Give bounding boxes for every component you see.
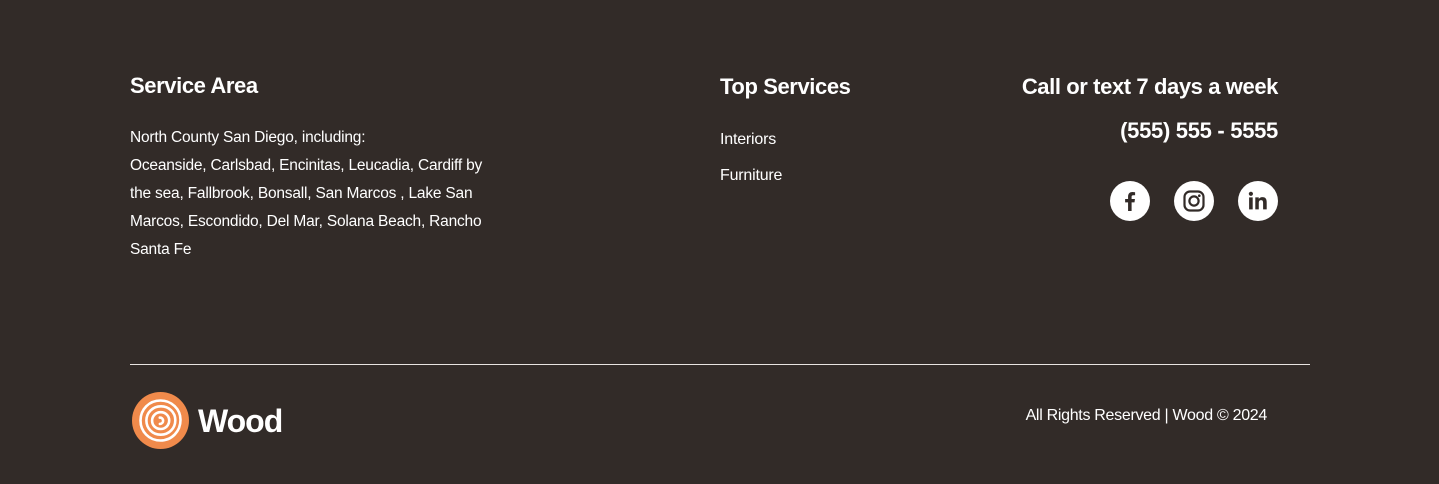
service-link-interiors[interactable]: Interiors [720, 129, 851, 151]
instagram-icon[interactable] [1174, 181, 1214, 221]
footer-divider [130, 364, 1310, 365]
brand-name: Wood [198, 402, 283, 439]
copyright-text: All Rights Reserved | Wood © 2024 [1025, 407, 1268, 424]
phone-link[interactable]: (555) 555 - 5555 [1022, 117, 1278, 145]
service-area-heading: Service Area [130, 73, 258, 98]
service-area-section: Service Area North County San Diego, inc… [130, 72, 510, 264]
facebook-icon[interactable] [1110, 181, 1150, 221]
top-services-section: Top Services Interiors Furniture [720, 73, 851, 187]
social-links [1022, 181, 1278, 221]
wood-rings-logo-icon [132, 392, 189, 449]
contact-section: Call or text 7 days a week (555) 555 - 5… [1022, 73, 1278, 221]
service-link-furniture[interactable]: Furniture [720, 165, 851, 187]
top-services-heading: Top Services [720, 74, 851, 99]
contact-heading: Call or text 7 days a week [1021, 74, 1279, 99]
site-footer: Service Area North County San Diego, inc… [0, 0, 1439, 484]
service-area-cities: Oceanside, Carlsbad, Encinitas, Leucadia… [130, 157, 483, 258]
service-area-intro: North County San Diego, including: [130, 129, 366, 146]
linkedin-icon[interactable] [1238, 181, 1278, 221]
brand-logo-link[interactable]: Wood [132, 392, 283, 449]
top-services-links: Interiors Furniture [720, 129, 851, 187]
